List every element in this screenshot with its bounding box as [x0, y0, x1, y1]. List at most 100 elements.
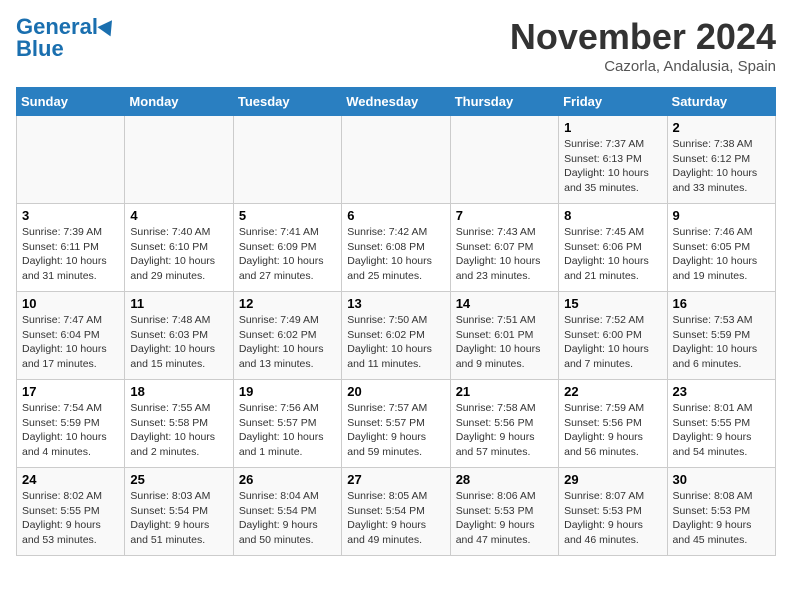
day-info: Sunrise: 8:08 AM Sunset: 5:53 PM Dayligh… — [673, 489, 770, 548]
day-info: Sunrise: 8:02 AM Sunset: 5:55 PM Dayligh… — [22, 489, 119, 548]
day-number: 15 — [564, 296, 661, 311]
calendar-day: 19Sunrise: 7:56 AM Sunset: 5:57 PM Dayli… — [233, 380, 341, 468]
day-info: Sunrise: 7:45 AM Sunset: 6:06 PM Dayligh… — [564, 225, 661, 284]
day-info: Sunrise: 7:37 AM Sunset: 6:13 PM Dayligh… — [564, 137, 661, 196]
calendar-day: 24 Sunrise: 8:02 AM Sunset: 5:55 PM Dayli… — [17, 468, 125, 556]
day-number: 18 — [130, 384, 227, 399]
calendar-day: 8 Sunrise: 7:45 AM Sunset: 6:06 PM Daylig… — [559, 204, 667, 292]
calendar-day: 22 Sunrise: 7:59 AM Sunset: 5:56 PM Dayli… — [559, 380, 667, 468]
day-info: Sunrise: 7:38 AM Sunset: 6:12 PM Dayligh… — [673, 137, 770, 196]
day-number: 12 — [239, 296, 336, 311]
day-number: 26 — [239, 472, 336, 487]
day-number: 16 — [673, 296, 770, 311]
calendar-day: 29 Sunrise: 8:07 AM Sunset: 5:53 PM Dayli… — [559, 468, 667, 556]
calendar-day — [450, 116, 558, 204]
day-info: Sunrise: 7:41 AM Sunset: 6:09 PM Dayligh… — [239, 225, 336, 284]
day-number: 5 — [239, 208, 336, 223]
calendar-day — [342, 116, 450, 204]
day-number: 20 — [347, 384, 444, 399]
calendar-day: 11 Sunrise: 7:48 AM Sunset: 6:03 PM Dayli… — [125, 292, 233, 380]
day-number: 22 — [564, 384, 661, 399]
calendar-day: 23 Sunrise: 8:01 AM Sunset: 5:55 PM Dayli… — [667, 380, 775, 468]
calendar-week-3: 10 Sunrise: 7:47 AM Sunset: 6:04 PM Dayli… — [17, 292, 776, 380]
day-info: Sunrise: 7:59 AM Sunset: 5:56 PM Dayligh… — [564, 401, 661, 460]
calendar-week-4: 17 Sunrise: 7:54 AM Sunset: 5:59 PM Dayli… — [17, 380, 776, 468]
day-info: Sunrise: 8:05 AM Sunset: 5:54 PM Dayligh… — [347, 489, 444, 548]
day-info: Sunrise: 7:49 AM Sunset: 6:02 PM Dayligh… — [239, 313, 336, 372]
day-number: 11 — [130, 296, 227, 311]
day-number: 17 — [22, 384, 119, 399]
calendar-day: 28 Sunrise: 8:06 AM Sunset: 5:53 PM Dayli… — [450, 468, 558, 556]
day-info: Sunrise: 7:51 AM Sunset: 6:01 PM Dayligh… — [456, 313, 553, 372]
calendar-day — [233, 116, 341, 204]
calendar-day: 17 Sunrise: 7:54 AM Sunset: 5:59 PM Dayli… — [17, 380, 125, 468]
weekday-header-monday: Monday — [125, 88, 233, 116]
day-number: 6 — [347, 208, 444, 223]
calendar-day: 27 Sunrise: 8:05 AM Sunset: 5:54 PM Dayli… — [342, 468, 450, 556]
weekday-header-saturday: Saturday — [667, 88, 775, 116]
day-info: Sunrise: 7:53 AM Sunset: 5:59 PM Dayligh… — [673, 313, 770, 372]
day-number: 3 — [22, 208, 119, 223]
calendar-day: 15 Sunrise: 7:52 AM Sunset: 6:00 PM Dayli… — [559, 292, 667, 380]
calendar-day: 9 Sunrise: 7:46 AM Sunset: 6:05 PM Daylig… — [667, 204, 775, 292]
day-number: 1 — [564, 120, 661, 135]
day-info: Sunrise: 8:03 AM Sunset: 5:54 PM Dayligh… — [130, 489, 227, 548]
calendar-day: 13 Sunrise: 7:50 AM Sunset: 6:02 PM Dayli… — [342, 292, 450, 380]
day-number: 21 — [456, 384, 553, 399]
weekday-header-wednesday: Wednesday — [342, 88, 450, 116]
day-number: 28 — [456, 472, 553, 487]
day-info: Sunrise: 8:07 AM Sunset: 5:53 PM Dayligh… — [564, 489, 661, 548]
day-number: 24 — [22, 472, 119, 487]
calendar-day: 20 Sunrise: 7:57 AM Sunset: 5:57 PM Dayli… — [342, 380, 450, 468]
day-info: Sunrise: 8:01 AM Sunset: 5:55 PM Dayligh… — [673, 401, 770, 460]
day-number: 2 — [673, 120, 770, 135]
weekday-header-sunday: Sunday — [17, 88, 125, 116]
weekday-header-row: SundayMondayTuesdayWednesdayThursdayFrid… — [17, 88, 776, 116]
day-number: 13 — [347, 296, 444, 311]
calendar-day: 3 Sunrise: 7:39 AM Sunset: 6:11 PM Daylig… — [17, 204, 125, 292]
day-number: 8 — [564, 208, 661, 223]
day-number: 25 — [130, 472, 227, 487]
logo-text-blue: Blue — [16, 38, 64, 60]
calendar-day: 18 Sunrise: 7:55 AM Sunset: 5:58 PM Dayli… — [125, 380, 233, 468]
calendar-day: 21 Sunrise: 7:58 AM Sunset: 5:56 PM Dayli… — [450, 380, 558, 468]
day-info: Sunrise: 7:43 AM Sunset: 6:07 PM Dayligh… — [456, 225, 553, 284]
calendar-day: 1 Sunrise: 7:37 AM Sunset: 6:13 PM Daylig… — [559, 116, 667, 204]
logo-text: General — [16, 16, 98, 38]
day-info: Sunrise: 7:48 AM Sunset: 6:03 PM Dayligh… — [130, 313, 227, 372]
calendar-day: 10 Sunrise: 7:47 AM Sunset: 6:04 PM Dayli… — [17, 292, 125, 380]
day-info: Sunrise: 8:06 AM Sunset: 5:53 PM Dayligh… — [456, 489, 553, 548]
day-info: Sunrise: 7:54 AM Sunset: 5:59 PM Dayligh… — [22, 401, 119, 460]
calendar-day: 7 Sunrise: 7:43 AM Sunset: 6:07 PM Daylig… — [450, 204, 558, 292]
day-number: 29 — [564, 472, 661, 487]
day-info: Sunrise: 7:58 AM Sunset: 5:56 PM Dayligh… — [456, 401, 553, 460]
day-info: Sunrise: 7:47 AM Sunset: 6:04 PM Dayligh… — [22, 313, 119, 372]
calendar-body: 1 Sunrise: 7:37 AM Sunset: 6:13 PM Daylig… — [17, 116, 776, 556]
day-number: 9 — [673, 208, 770, 223]
day-number: 19 — [239, 384, 336, 399]
calendar-week-1: 1 Sunrise: 7:37 AM Sunset: 6:13 PM Daylig… — [17, 116, 776, 204]
day-info: Sunrise: 7:55 AM Sunset: 5:58 PM Dayligh… — [130, 401, 227, 460]
day-info: Sunrise: 7:46 AM Sunset: 6:05 PM Dayligh… — [673, 225, 770, 284]
month-title: November 2024 — [510, 16, 776, 58]
calendar-day: 12 Sunrise: 7:49 AM Sunset: 6:02 PM Dayli… — [233, 292, 341, 380]
day-number: 23 — [673, 384, 770, 399]
day-info: Sunrise: 7:39 AM Sunset: 6:11 PM Dayligh… — [22, 225, 119, 284]
calendar-day: 25 Sunrise: 8:03 AM Sunset: 5:54 PM Dayli… — [125, 468, 233, 556]
calendar-day: 2 Sunrise: 7:38 AM Sunset: 6:12 PM Daylig… — [667, 116, 775, 204]
page-header: General Blue November 2024 Cazorla, Anda… — [16, 16, 776, 75]
day-info: Sunrise: 7:50 AM Sunset: 6:02 PM Dayligh… — [347, 313, 444, 372]
day-number: 27 — [347, 472, 444, 487]
calendar-day: 5 Sunrise: 7:41 AM Sunset: 6:09 PM Daylig… — [233, 204, 341, 292]
calendar-day: 14Sunrise: 7:51 AM Sunset: 6:01 PM Dayli… — [450, 292, 558, 380]
day-number: 7 — [456, 208, 553, 223]
day-number: 4 — [130, 208, 227, 223]
calendar-header: SundayMondayTuesdayWednesdayThursdayFrid… — [17, 88, 776, 116]
day-info: Sunrise: 7:52 AM Sunset: 6:00 PM Dayligh… — [564, 313, 661, 372]
logo-triangle-icon — [97, 16, 118, 37]
day-info: Sunrise: 7:42 AM Sunset: 6:08 PM Dayligh… — [347, 225, 444, 284]
day-number: 10 — [22, 296, 119, 311]
calendar-day: 26Sunrise: 8:04 AM Sunset: 5:54 PM Dayli… — [233, 468, 341, 556]
day-info: Sunrise: 7:57 AM Sunset: 5:57 PM Dayligh… — [347, 401, 444, 460]
calendar-week-2: 3 Sunrise: 7:39 AM Sunset: 6:11 PM Daylig… — [17, 204, 776, 292]
